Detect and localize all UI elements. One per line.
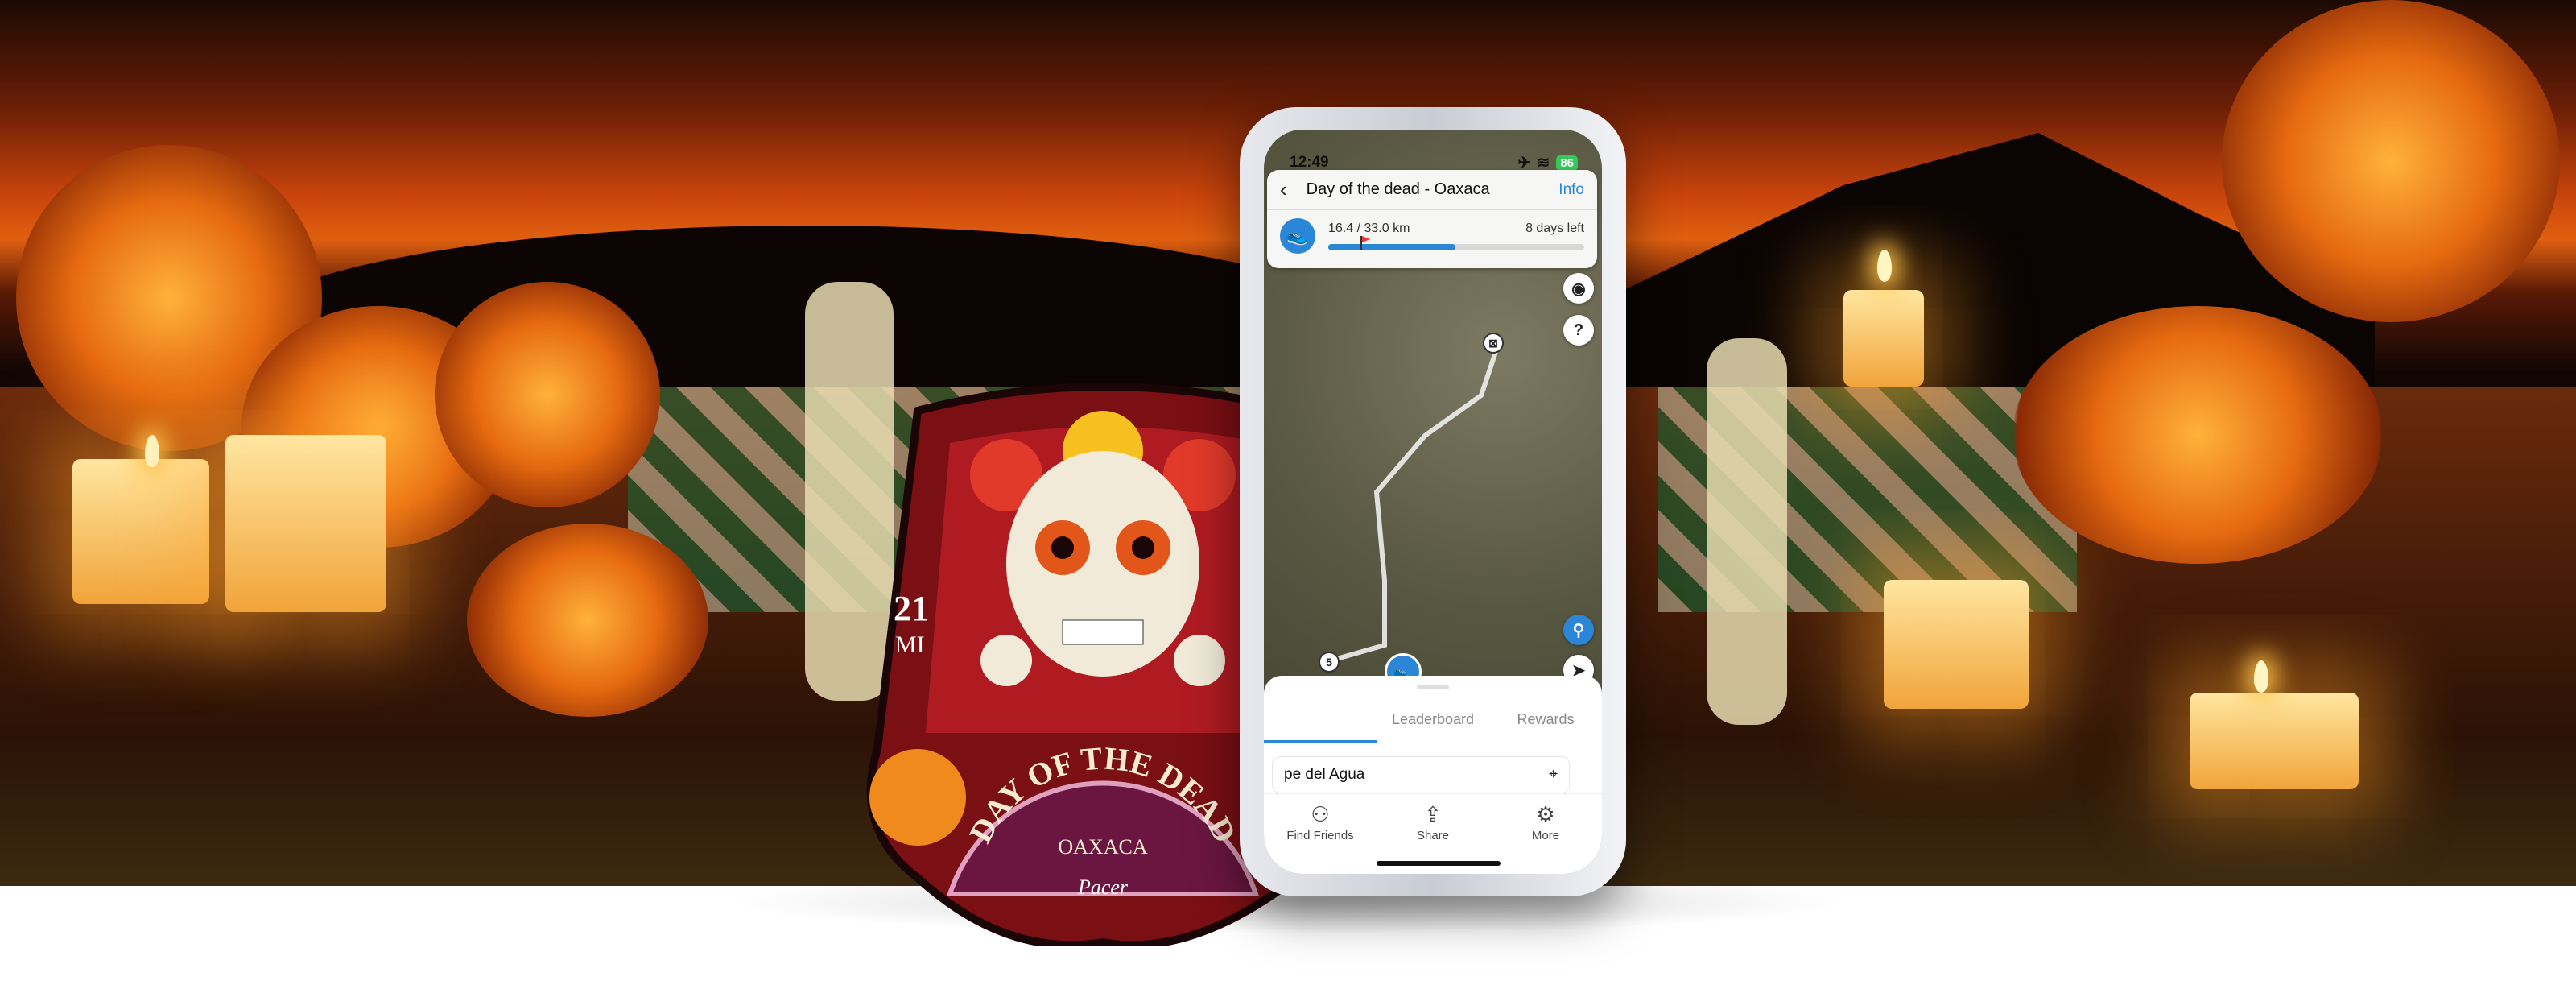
marigold xyxy=(2222,0,2560,322)
find-friends-button[interactable]: ⚇ Find Friends xyxy=(1264,794,1377,850)
phone-mockup: 12:49 ✈ ≋ 86 ‹ Day of the dead - Oaxaca In… xyxy=(1240,107,1626,896)
home-indicator xyxy=(1377,861,1501,866)
distance-progress: 16.4 / 33.0 km xyxy=(1328,221,1410,235)
candle-flame xyxy=(2254,660,2268,693)
tab-rewards[interactable]: Rewards xyxy=(1489,703,1602,743)
location-row[interactable]: pe del Agua ⌖ xyxy=(1272,756,1570,793)
find-friends-icon: ⚇ xyxy=(1311,802,1330,826)
nav-label: Find Friends xyxy=(1286,829,1354,842)
sheet-handle[interactable] xyxy=(1417,685,1449,689)
gear-icon: ⚙ xyxy=(1536,802,1555,826)
candle xyxy=(225,435,386,612)
location-name: pe del Agua xyxy=(1284,766,1365,783)
chevron-left-icon[interactable]: ‹ xyxy=(1280,177,1287,202)
marigold xyxy=(2013,306,2383,564)
location-person-icon[interactable]: ⚲ xyxy=(1563,615,1594,645)
help-icon[interactable]: ? xyxy=(1563,315,1594,346)
tab-overview[interactable] xyxy=(1264,703,1377,743)
challenge-header-card: ‹ Day of the dead - Oaxaca Info 👟 16.4 /… xyxy=(1267,170,1597,268)
medal-left-unit: MI xyxy=(895,631,925,658)
more-button[interactable]: ⚙ More xyxy=(1489,794,1602,850)
candle xyxy=(72,459,209,604)
nav-label: Share xyxy=(1416,829,1450,842)
nav-label: More xyxy=(1531,829,1560,842)
candle xyxy=(2190,693,2359,789)
bottom-nav: ⚇ Find Friends ⇪ Share ⚙ More xyxy=(1264,793,1602,850)
phone-screen: 12:49 ✈ ≋ 86 ‹ Day of the dead - Oaxaca In… xyxy=(1264,130,1602,874)
candle-flame xyxy=(1877,250,1892,282)
flag-icon xyxy=(1360,236,1370,250)
medal-left-distance: 21 xyxy=(894,589,929,628)
candle xyxy=(1884,580,2029,709)
share-icon: ⇪ xyxy=(1424,802,1442,826)
map-marker[interactable]: 5 xyxy=(1319,652,1340,673)
tab-leaderboard[interactable]: Leaderboard xyxy=(1377,703,1489,743)
challenge-title: Day of the dead - Oaxaca xyxy=(1306,180,1490,198)
skeleton-figure xyxy=(1707,338,1787,725)
days-left: 8 days left xyxy=(1525,221,1584,235)
medal-brand: Pacer xyxy=(1077,875,1129,899)
progress-bar xyxy=(1328,236,1584,250)
share-button[interactable]: ⇪ Share xyxy=(1377,794,1489,850)
pin-icon: ⌖ xyxy=(1549,766,1558,783)
battery-icon: 86 xyxy=(1556,155,1578,171)
candle xyxy=(1843,290,1924,387)
finish-marker[interactable]: ⊠ xyxy=(1483,333,1504,354)
marigold xyxy=(435,282,660,507)
candle-flame xyxy=(145,435,159,467)
bottom-sheet: Leaderboard Rewards pe del Agua ⌖ ⚇ Find F… xyxy=(1264,676,1602,874)
eye-icon[interactable]: ◉ xyxy=(1563,273,1594,304)
medal-subtitle: OAXACA xyxy=(1058,835,1147,859)
progress-fill xyxy=(1328,244,1456,250)
shoe-icon: 👟 xyxy=(1280,218,1315,254)
info-button[interactable]: Info xyxy=(1558,181,1584,199)
marigold xyxy=(467,524,708,717)
